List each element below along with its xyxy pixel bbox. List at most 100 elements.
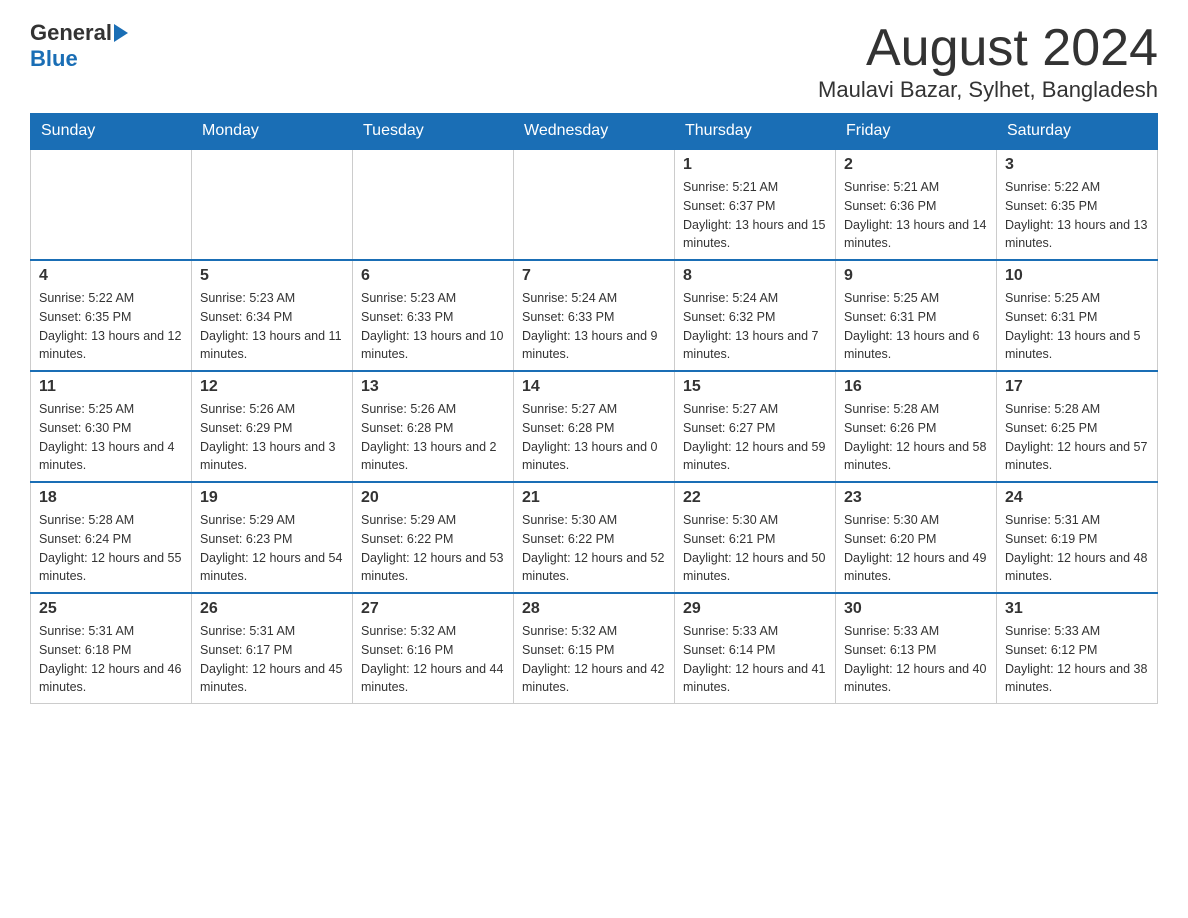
calendar-cell: 20 Sunrise: 5:29 AMSunset: 6:22 PMDayligh…: [353, 482, 514, 593]
calendar-cell: 15 Sunrise: 5:27 AMSunset: 6:27 PMDayligh…: [675, 371, 836, 482]
day-number: 17: [1005, 378, 1149, 396]
day-number: 7: [522, 267, 666, 285]
calendar-header-row: SundayMondayTuesdayWednesdayThursdayFrid…: [31, 114, 1158, 150]
day-number: 11: [39, 378, 183, 396]
calendar-cell: 3 Sunrise: 5:22 AMSunset: 6:35 PMDaylight…: [997, 149, 1158, 260]
calendar-week-row: 4 Sunrise: 5:22 AMSunset: 6:35 PMDaylight…: [31, 260, 1158, 371]
calendar-cell: 18Sunrise: 5:28 AMSunset: 6:24 PMDayligh…: [31, 482, 192, 593]
day-number: 2: [844, 156, 988, 174]
day-number: 28: [522, 600, 666, 618]
day-info: Sunrise: 5:31 AMSunset: 6:18 PMDaylight:…: [39, 622, 183, 697]
calendar-header-saturday: Saturday: [997, 114, 1158, 150]
day-info: Sunrise: 5:23 AMSunset: 6:33 PMDaylight:…: [361, 289, 505, 364]
day-number: 15: [683, 378, 827, 396]
day-number: 4: [39, 267, 183, 285]
day-number: 10: [1005, 267, 1149, 285]
day-number: 19: [200, 489, 344, 507]
calendar-table: SundayMondayTuesdayWednesdayThursdayFrid…: [30, 113, 1158, 704]
calendar-cell: 24 Sunrise: 5:31 AMSunset: 6:19 PMDayligh…: [997, 482, 1158, 593]
calendar-cell: 5 Sunrise: 5:23 AMSunset: 6:34 PMDaylight…: [192, 260, 353, 371]
calendar-cell: 10 Sunrise: 5:25 AMSunset: 6:31 PMDayligh…: [997, 260, 1158, 371]
logo-arrow-icon: [114, 24, 128, 42]
day-info: Sunrise: 5:22 AMSunset: 6:35 PMDaylight:…: [39, 289, 183, 364]
day-info: Sunrise: 5:28 AMSunset: 6:26 PMDaylight:…: [844, 400, 988, 475]
calendar-cell: 1 Sunrise: 5:21 AMSunset: 6:37 PMDaylight…: [675, 149, 836, 260]
calendar-header-tuesday: Tuesday: [353, 114, 514, 150]
calendar-cell: 11 Sunrise: 5:25 AMSunset: 6:30 PMDayligh…: [31, 371, 192, 482]
calendar-cell: 12 Sunrise: 5:26 AMSunset: 6:29 PMDayligh…: [192, 371, 353, 482]
day-number: 3: [1005, 156, 1149, 174]
calendar-cell: 19 Sunrise: 5:29 AMSunset: 6:23 PMDayligh…: [192, 482, 353, 593]
calendar-cell: 14 Sunrise: 5:27 AMSunset: 6:28 PMDayligh…: [514, 371, 675, 482]
day-number: 13: [361, 378, 505, 396]
calendar-cell: 23Sunrise: 5:30 AMSunset: 6:20 PMDayligh…: [836, 482, 997, 593]
day-info: Sunrise: 5:27 AMSunset: 6:27 PMDaylight:…: [683, 400, 827, 475]
day-number: 14: [522, 378, 666, 396]
day-number: 1: [683, 156, 827, 174]
calendar-cell: [514, 149, 675, 260]
day-info: Sunrise: 5:33 AMSunset: 6:12 PMDaylight:…: [1005, 622, 1149, 697]
calendar-cell: 17Sunrise: 5:28 AMSunset: 6:25 PMDayligh…: [997, 371, 1158, 482]
calendar-cell: 22 Sunrise: 5:30 AMSunset: 6:21 PMDayligh…: [675, 482, 836, 593]
day-info: Sunrise: 5:30 AMSunset: 6:21 PMDaylight:…: [683, 511, 827, 586]
page-header: General Blue August 2024 Maulavi Bazar, …: [30, 20, 1158, 103]
day-number: 24: [1005, 489, 1149, 507]
day-number: 12: [200, 378, 344, 396]
calendar-header-wednesday: Wednesday: [514, 114, 675, 150]
day-info: Sunrise: 5:30 AMSunset: 6:22 PMDaylight:…: [522, 511, 666, 586]
calendar-cell: 9 Sunrise: 5:25 AMSunset: 6:31 PMDaylight…: [836, 260, 997, 371]
day-info: Sunrise: 5:24 AMSunset: 6:33 PMDaylight:…: [522, 289, 666, 364]
logo-general-text: General: [30, 20, 112, 46]
day-number: 25: [39, 600, 183, 618]
day-number: 5: [200, 267, 344, 285]
day-info: Sunrise: 5:22 AMSunset: 6:35 PMDaylight:…: [1005, 178, 1149, 253]
day-number: 31: [1005, 600, 1149, 618]
location-title: Maulavi Bazar, Sylhet, Bangladesh: [818, 77, 1158, 103]
day-info: Sunrise: 5:26 AMSunset: 6:29 PMDaylight:…: [200, 400, 344, 475]
day-info: Sunrise: 5:27 AMSunset: 6:28 PMDaylight:…: [522, 400, 666, 475]
day-info: Sunrise: 5:26 AMSunset: 6:28 PMDaylight:…: [361, 400, 505, 475]
calendar-cell: [192, 149, 353, 260]
day-info: Sunrise: 5:25 AMSunset: 6:30 PMDaylight:…: [39, 400, 183, 475]
day-info: Sunrise: 5:28 AMSunset: 6:24 PMDaylight:…: [39, 511, 183, 586]
day-number: 20: [361, 489, 505, 507]
calendar-cell: 31 Sunrise: 5:33 AMSunset: 6:12 PMDayligh…: [997, 593, 1158, 704]
day-number: 30: [844, 600, 988, 618]
calendar-cell: 4 Sunrise: 5:22 AMSunset: 6:35 PMDaylight…: [31, 260, 192, 371]
calendar-cell: 8Sunrise: 5:24 AMSunset: 6:32 PMDaylight…: [675, 260, 836, 371]
day-info: Sunrise: 5:30 AMSunset: 6:20 PMDaylight:…: [844, 511, 988, 586]
calendar-cell: 16 Sunrise: 5:28 AMSunset: 6:26 PMDayligh…: [836, 371, 997, 482]
day-info: Sunrise: 5:31 AMSunset: 6:19 PMDaylight:…: [1005, 511, 1149, 586]
day-number: 6: [361, 267, 505, 285]
day-info: Sunrise: 5:33 AMSunset: 6:13 PMDaylight:…: [844, 622, 988, 697]
day-number: 26: [200, 600, 344, 618]
title-area: August 2024 Maulavi Bazar, Sylhet, Bangl…: [818, 20, 1158, 103]
calendar-cell: 7 Sunrise: 5:24 AMSunset: 6:33 PMDaylight…: [514, 260, 675, 371]
month-title: August 2024: [818, 20, 1158, 77]
day-info: Sunrise: 5:23 AMSunset: 6:34 PMDaylight:…: [200, 289, 344, 364]
calendar-header-thursday: Thursday: [675, 114, 836, 150]
day-number: 21: [522, 489, 666, 507]
calendar-week-row: 25 Sunrise: 5:31 AMSunset: 6:18 PMDayligh…: [31, 593, 1158, 704]
day-info: Sunrise: 5:29 AMSunset: 6:22 PMDaylight:…: [361, 511, 505, 586]
day-number: 22: [683, 489, 827, 507]
day-info: Sunrise: 5:31 AMSunset: 6:17 PMDaylight:…: [200, 622, 344, 697]
day-number: 16: [844, 378, 988, 396]
day-number: 27: [361, 600, 505, 618]
day-number: 29: [683, 600, 827, 618]
day-info: Sunrise: 5:25 AMSunset: 6:31 PMDaylight:…: [1005, 289, 1149, 364]
day-info: Sunrise: 5:32 AMSunset: 6:15 PMDaylight:…: [522, 622, 666, 697]
calendar-cell: [353, 149, 514, 260]
day-info: Sunrise: 5:25 AMSunset: 6:31 PMDaylight:…: [844, 289, 988, 364]
day-info: Sunrise: 5:29 AMSunset: 6:23 PMDaylight:…: [200, 511, 344, 586]
calendar-cell: 21 Sunrise: 5:30 AMSunset: 6:22 PMDayligh…: [514, 482, 675, 593]
day-info: Sunrise: 5:21 AMSunset: 6:36 PMDaylight:…: [844, 178, 988, 253]
calendar-cell: 26 Sunrise: 5:31 AMSunset: 6:17 PMDayligh…: [192, 593, 353, 704]
calendar-header-friday: Friday: [836, 114, 997, 150]
day-info: Sunrise: 5:32 AMSunset: 6:16 PMDaylight:…: [361, 622, 505, 697]
calendar-week-row: 11 Sunrise: 5:25 AMSunset: 6:30 PMDayligh…: [31, 371, 1158, 482]
day-info: Sunrise: 5:21 AMSunset: 6:37 PMDaylight:…: [683, 178, 827, 253]
day-number: 9: [844, 267, 988, 285]
day-info: Sunrise: 5:24 AMSunset: 6:32 PMDaylight:…: [683, 289, 827, 364]
calendar-cell: 30 Sunrise: 5:33 AMSunset: 6:13 PMDayligh…: [836, 593, 997, 704]
